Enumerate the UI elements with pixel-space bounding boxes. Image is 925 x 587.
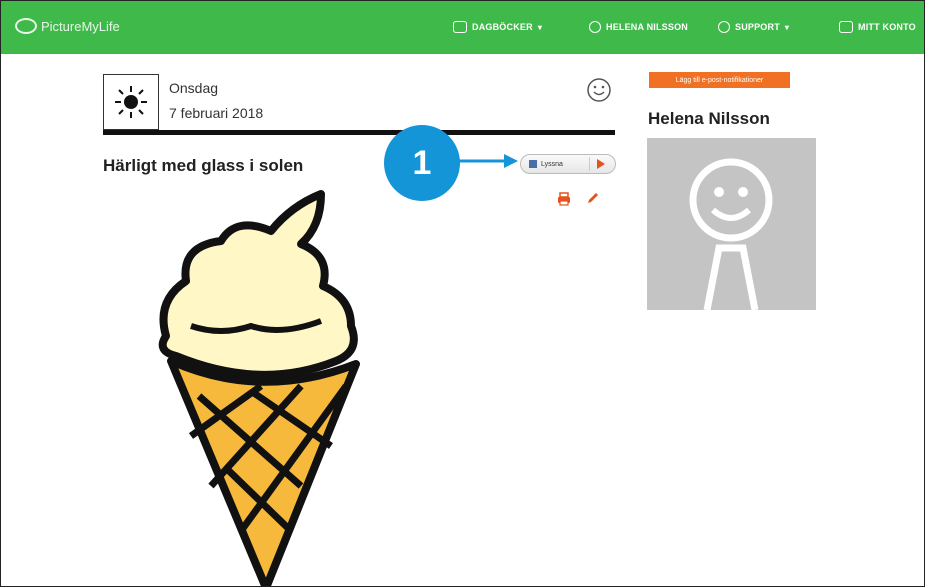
nav-diaries-label: DAGBÖCKER — [472, 22, 533, 32]
brand-name: PictureMyLife — [41, 18, 120, 34]
chat-icon — [718, 21, 730, 33]
entry-date: 7 februari 2018 — [169, 105, 264, 121]
user-face-icon — [589, 21, 601, 33]
sun-icon — [115, 86, 147, 118]
nav-diaries[interactable]: DAGBÖCKER ▾ — [453, 21, 542, 33]
weather-box — [103, 74, 159, 130]
nav-account-label: MITT KONTO — [858, 22, 916, 32]
nav-user-label: HELENA NILSSON — [606, 22, 688, 32]
add-email-notification-button[interactable]: Lägg till e-post-notifikationer — [649, 72, 790, 88]
caret-down-icon: ▾ — [784, 22, 790, 32]
brand[interactable]: PictureMyLife — [15, 18, 120, 34]
mood-smiley-icon[interactable] — [586, 77, 612, 103]
pencil-icon[interactable] — [586, 191, 600, 205]
callout-arrow-icon — [456, 154, 518, 168]
separator — [589, 157, 590, 171]
app-window: PictureMyLife DAGBÖCKER ▾ HELENA NILSSON… — [0, 0, 925, 587]
top-nav: PictureMyLife DAGBÖCKER ▾ HELENA NILSSON… — [1, 1, 924, 54]
logo-icon — [15, 18, 37, 34]
listen-label: Lyssna — [541, 160, 563, 168]
speaker-icon — [529, 160, 537, 168]
person-icon — [839, 21, 853, 33]
nav-support[interactable]: SUPPORT ▾ — [718, 21, 789, 33]
book-icon — [453, 21, 467, 33]
caret-down-icon: ▾ — [537, 22, 543, 32]
avatar-placeholder-icon — [689, 158, 773, 311]
owner-name: Helena Nilsson — [648, 109, 770, 128]
entry-weekday: Onsdag — [169, 80, 219, 96]
avatar — [647, 138, 816, 311]
callout-number: 1 — [384, 125, 460, 201]
play-icon — [597, 159, 605, 169]
nav-user[interactable]: HELENA NILSSON — [589, 21, 688, 33]
listen-button[interactable]: Lyssna — [520, 154, 616, 174]
print-icon[interactable] — [557, 192, 571, 206]
entry-title: Härligt med glass i solen — [103, 156, 304, 175]
divider — [103, 130, 615, 135]
nav-support-label: SUPPORT — [735, 22, 780, 32]
ice-cream-cone-image — [158, 190, 360, 586]
nav-account[interactable]: MITT KONTO — [839, 21, 916, 33]
